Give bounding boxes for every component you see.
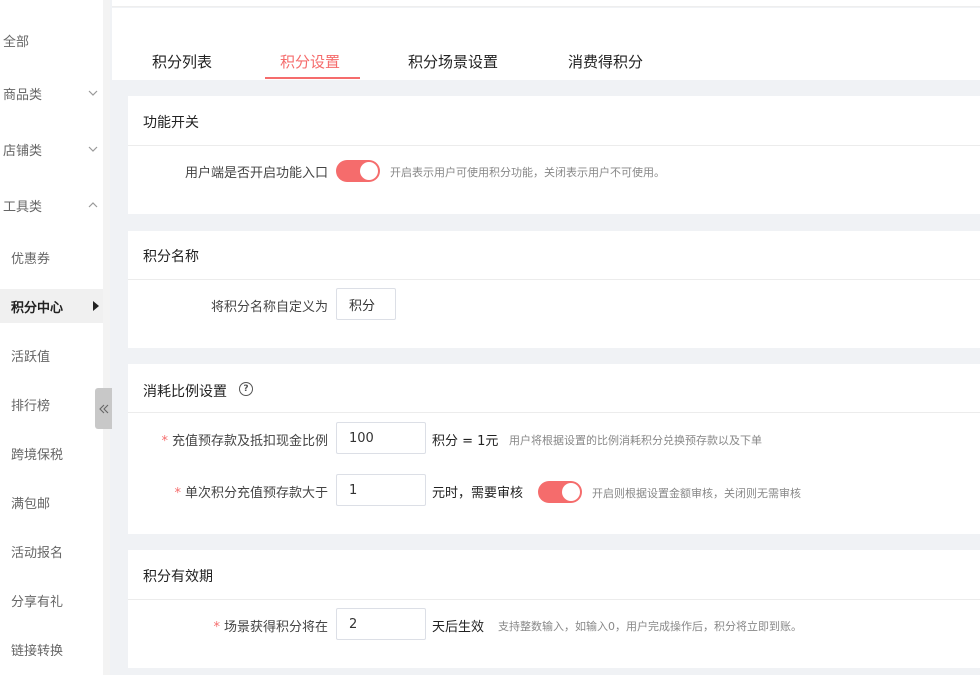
tab-points-list[interactable]: 积分列表: [152, 51, 212, 72]
toggle-knob: [360, 162, 378, 180]
sidebar-scrollbar[interactable]: [103, 0, 110, 675]
validity-days-input[interactable]: 2: [336, 608, 426, 640]
audit-threshold-input[interactable]: 1: [336, 474, 426, 506]
required-mark: *: [161, 434, 168, 449]
sidebar-item-free-shipping[interactable]: 满包邮: [0, 485, 103, 519]
audit-hint: 开启则根据设置金额审核，关闭则无需审核: [592, 487, 801, 500]
card-title: 消耗比例设置: [143, 384, 227, 400]
sidebar-item-label: 跨境保税: [11, 447, 64, 463]
ratio-label: * 充值预存款及抵扣现金比例: [161, 430, 328, 449]
feature-entry-toggle[interactable]: [336, 160, 380, 182]
card-title: 积分名称: [143, 249, 199, 265]
sidebar-item-label: 商品类: [3, 87, 43, 103]
caret-right-icon: [93, 301, 99, 311]
audit-threshold-suffix: 元时，需要审核: [432, 486, 524, 501]
validity-suffix: 天后生效: [432, 620, 485, 635]
divider: [128, 599, 980, 600]
sidebar-item-ranking[interactable]: 排行榜: [0, 387, 103, 421]
points-name-card: 积分名称 将积分名称自定义为 积分: [128, 231, 980, 348]
ratio-card: 消耗比例设置 ? * 充值预存款及抵扣现金比例 100 积分 = 1元 用户将根据…: [128, 364, 980, 534]
validity-hint: 支持整数输入，如输入0，用户完成操作后，积分将立即到账。: [498, 620, 802, 633]
sidebar-item-label: 积分中心: [11, 300, 64, 316]
sidebar-item-signup[interactable]: 活动报名: [0, 534, 103, 568]
sidebar-item-label: 优惠券: [11, 251, 51, 267]
validity-card: 积分有效期 * 场景获得积分将在 2 天后生效 支持整数输入，如输入0，用户完成操…: [128, 550, 980, 668]
sidebar-item-coupon[interactable]: 优惠券: [0, 240, 103, 274]
sidebar: 全部 商品类 店铺类 工具类 优惠券 积分中心 活跃值 排行榜 跨境保税 满包邮…: [0, 0, 103, 675]
ratio-hint: 用户将根据设置的比例消耗积分兑换预存款以及下单: [509, 434, 762, 447]
points-name-input[interactable]: 积分: [336, 288, 396, 320]
ratio-label-text: 充值预存款及抵扣现金比例: [171, 434, 328, 449]
sidebar-item-crossborder[interactable]: 跨境保税: [0, 436, 103, 470]
validity-label-text: 场景获得积分将在: [223, 620, 328, 635]
sidebar-item-goods[interactable]: 商品类: [0, 76, 103, 110]
audit-threshold-label-text: 单次积分充值预存款大于: [184, 486, 328, 501]
feature-switch-card: 功能开关 用户端是否开启功能入口 开启表示用户可使用积分功能，关闭表示用户不可使…: [128, 96, 980, 214]
divider: [128, 412, 980, 413]
sidebar-item-points-center[interactable]: 积分中心: [0, 289, 103, 323]
required-mark: *: [174, 486, 181, 501]
divider: [128, 145, 980, 146]
sidebar-item-label: 排行榜: [11, 398, 51, 414]
validity-label: * 场景获得积分将在: [213, 616, 328, 635]
sidebar-item-label: 工具类: [3, 199, 43, 215]
ratio-input[interactable]: 100: [336, 422, 426, 454]
card-title: 功能开关: [143, 115, 199, 131]
sidebar-item-label: 满包邮: [11, 496, 51, 512]
chevron-up-icon: [88, 202, 98, 208]
top-bar: [112, 0, 980, 7]
points-name-label: 将积分名称自定义为: [210, 300, 328, 315]
required-mark: *: [213, 620, 220, 635]
card-title: 积分有效期: [143, 569, 213, 585]
chevron-down-icon: [88, 90, 98, 96]
sidebar-item-store[interactable]: 店铺类: [0, 132, 103, 166]
sidebar-item-share[interactable]: 分享有礼: [0, 583, 103, 617]
sidebar-item-link-convert[interactable]: 链接转换: [0, 632, 103, 666]
sidebar-item-tools[interactable]: 工具类: [0, 188, 103, 222]
tab-points-settings[interactable]: 积分设置: [280, 51, 340, 72]
sidebar-item-all[interactable]: 全部: [0, 23, 103, 57]
sidebar-item-label: 活动报名: [11, 545, 64, 561]
sidebar-item-label: 全部: [3, 34, 30, 50]
audit-threshold-label: * 单次积分充值预存款大于: [174, 482, 328, 501]
tab-consume-earn-points[interactable]: 消费得积分: [568, 51, 643, 72]
double-chevron-left-icon: [98, 404, 108, 413]
divider: [128, 279, 980, 280]
sidebar-item-label: 分享有礼: [11, 594, 64, 610]
chevron-down-icon: [88, 146, 98, 152]
help-icon[interactable]: ?: [239, 382, 253, 396]
sidebar-item-label: 活跃值: [11, 349, 51, 365]
toggle-knob: [562, 483, 580, 501]
audit-toggle[interactable]: [538, 481, 582, 503]
feature-entry-label: 用户端是否开启功能入口: [184, 166, 328, 181]
ratio-suffix: 积分 = 1元: [432, 434, 499, 449]
tab-points-scene-settings[interactable]: 积分场景设置: [408, 51, 498, 72]
active-tab-indicator: [265, 77, 360, 79]
collapse-sidebar-button[interactable]: [95, 388, 112, 429]
tabs-bar: 积分列表 积分设置 积分场景设置 消费得积分: [112, 8, 980, 80]
feature-entry-hint: 开启表示用户可使用积分功能，关闭表示用户不可使用。: [390, 166, 665, 179]
main-content: 积分列表 积分设置 积分场景设置 消费得积分 功能开关 用户端是否开启功能入口 …: [112, 0, 980, 675]
sidebar-item-label: 店铺类: [3, 143, 43, 159]
sidebar-item-activity[interactable]: 活跃值: [0, 338, 103, 372]
sidebar-item-label: 链接转换: [11, 643, 64, 659]
